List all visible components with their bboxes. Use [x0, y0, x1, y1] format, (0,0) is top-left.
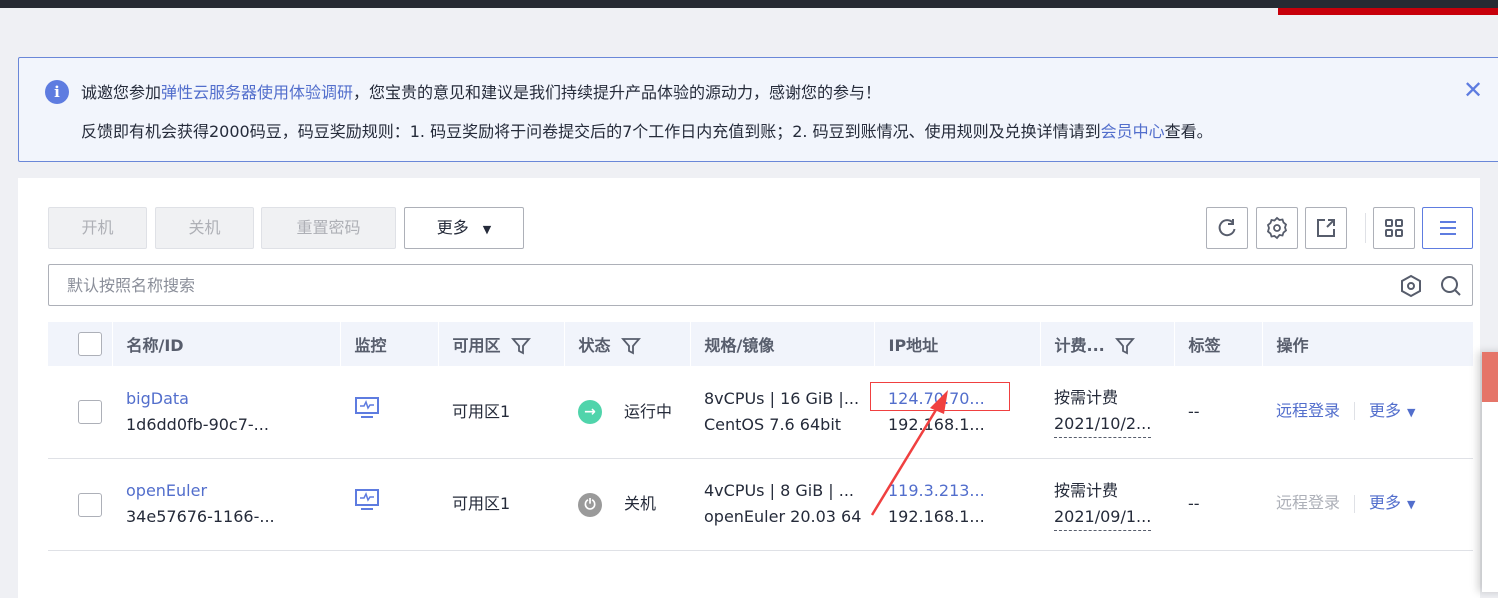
- caret-down-icon: ▼: [1407, 405, 1416, 419]
- image: CentOS 7.6 64bit: [704, 414, 842, 434]
- notice-line-2: 反馈即有机会获得2000码豆，码豆奖励规则：1. 码豆奖励将于问卷提交后的7个工…: [81, 118, 1213, 142]
- table-header: 名称/ID 监控 可用区 状态 规格/镜像 IP地址 计费... 标签 操作: [48, 322, 1474, 366]
- spec: 8vCPUs | 16 GiB |...: [704, 388, 860, 408]
- power-off-status-icon: ⏻: [578, 492, 602, 517]
- instance-name-link[interactable]: bigData: [126, 386, 340, 412]
- refresh-button[interactable]: [1206, 207, 1248, 249]
- info-icon: i: [45, 80, 69, 104]
- start-button[interactable]: 开机: [48, 207, 147, 249]
- billing-mode: 按需计费: [1054, 480, 1119, 500]
- instance-id: 34e57676-1166-...: [126, 507, 275, 526]
- filter-icon[interactable]: [1114, 336, 1135, 356]
- notice-text: 查看。: [1164, 122, 1213, 141]
- table-row: bigData 1d6dd0fb-90c7-... 可用区1 → 运行中 8vCPU…: [48, 366, 1473, 459]
- stop-button[interactable]: 关机: [155, 207, 254, 249]
- caret-down-icon: ▼: [1407, 498, 1416, 511]
- monitor-icon[interactable]: [354, 488, 380, 512]
- refresh-icon: [1218, 219, 1236, 237]
- more-actions-dropdown[interactable]: 更多 ▼: [404, 207, 524, 249]
- notice-text: ，您宝贵的意见和建议是我们持续提升产品体验的源动力，感谢您的参与！: [353, 83, 882, 102]
- side-panel-header: [1482, 352, 1498, 402]
- tags: --: [1174, 366, 1262, 459]
- gear-icon: [1266, 216, 1288, 240]
- search-icon[interactable]: [1439, 274, 1463, 298]
- billing-date: 2021/10/2...: [1054, 411, 1152, 439]
- export-icon: [1317, 219, 1335, 237]
- remote-login-link-disabled: 远程登录: [1276, 493, 1341, 512]
- top-nav-bar: [0, 0, 1498, 8]
- col-billing-label: 计费...: [1054, 335, 1105, 355]
- col-actions: 操作: [1262, 322, 1474, 366]
- export-button[interactable]: [1305, 207, 1347, 249]
- caret-down-icon: ▼: [482, 223, 492, 236]
- divider: [1354, 402, 1356, 421]
- row-more-dropdown[interactable]: 更多 ▼: [1369, 401, 1415, 420]
- member-center-link[interactable]: 会员中心: [1101, 122, 1165, 141]
- divider: [1354, 494, 1356, 513]
- search-box: [48, 264, 1473, 306]
- survey-notice: i 诚邀您参加弹性云服务器使用体验调研，您宝贵的意见和建议是我们持续提升产品体验…: [18, 57, 1498, 162]
- filter-icon[interactable]: [510, 336, 531, 356]
- close-icon[interactable]: ✕: [1463, 76, 1483, 104]
- col-zone-label: 可用区: [452, 335, 501, 355]
- survey-link[interactable]: 弹性云服务器使用体验调研: [161, 83, 353, 102]
- billing-date: 2021/09/1...: [1054, 504, 1152, 531]
- col-name[interactable]: 名称/ID: [112, 322, 341, 366]
- col-spec: 规格/镜像: [690, 322, 875, 366]
- col-billing: 计费...: [1040, 322, 1175, 366]
- search-input[interactable]: [49, 265, 1389, 305]
- col-status: 状态: [564, 322, 691, 366]
- settings-button[interactable]: [1256, 207, 1298, 249]
- instance-list-card: 开机 关机 重置密码 更多 ▼ 名称/ID 监控 可用区 状态 规格/镜像 IP地…: [18, 178, 1480, 598]
- list-view-button[interactable]: [1422, 207, 1473, 249]
- card-view-button[interactable]: [1373, 207, 1415, 249]
- status-text: 运行中: [624, 401, 673, 421]
- notice-line-1: 诚邀您参加弹性云服务器使用体验调研，您宝贵的意见和建议是我们持续提升产品体验的源…: [81, 79, 881, 103]
- filter-icon[interactable]: [620, 336, 641, 356]
- spec: 4vCPUs | 8 GiB | ...: [704, 481, 854, 500]
- col-monitor: 监控: [340, 322, 439, 366]
- list-icon: [1439, 221, 1456, 235]
- col-zone: 可用区: [438, 322, 565, 366]
- side-panel-edge: [1482, 352, 1498, 592]
- annotation-arrow-icon: [870, 390, 948, 516]
- remote-login-link[interactable]: 远程登录: [1276, 401, 1340, 420]
- instance-name-link[interactable]: openEuler: [126, 478, 340, 504]
- running-status-icon: →: [578, 400, 602, 425]
- row-more-dropdown[interactable]: 更多 ▼: [1369, 493, 1415, 512]
- select-all-checkbox[interactable]: [78, 332, 102, 356]
- status-text: 关机: [624, 494, 657, 513]
- row-checkbox[interactable]: [78, 492, 102, 517]
- row-checkbox[interactable]: [78, 400, 102, 425]
- zone: 可用区1: [438, 366, 564, 459]
- more-label: 更多: [436, 218, 469, 237]
- reset-password-button[interactable]: 重置密码: [261, 207, 396, 249]
- hexagon-settings-icon[interactable]: [1399, 274, 1423, 298]
- notice-text: 诚邀您参加: [81, 83, 162, 102]
- monitor-icon[interactable]: [354, 396, 380, 420]
- notice-text: 反馈即有机会获得2000码豆，码豆奖励规则：1. 码豆奖励将于问卷提交后的7个工…: [81, 122, 1101, 141]
- image: openEuler 20.03 64: [704, 507, 862, 526]
- instance-id: 1d6dd0fb-90c7-...: [126, 414, 269, 434]
- billing-mode: 按需计费: [1054, 388, 1119, 408]
- grid-icon: [1385, 219, 1403, 237]
- tags: --: [1174, 458, 1262, 551]
- zone: 可用区1: [438, 458, 564, 551]
- table-row: openEuler 34e57676-1166-... 可用区1 ⏻ 关机 4vCP…: [48, 458, 1473, 551]
- col-status-label: 状态: [578, 335, 611, 355]
- more-label: 更多: [1369, 400, 1402, 420]
- toolbar-divider: [1365, 213, 1366, 243]
- more-label: 更多: [1369, 493, 1402, 512]
- top-red-button[interactable]: [1278, 8, 1498, 15]
- col-ip: IP地址: [874, 322, 1041, 366]
- col-tags: 标签: [1174, 322, 1263, 366]
- instance-table: 名称/ID 监控 可用区 状态 规格/镜像 IP地址 计费... 标签 操作 b…: [48, 322, 1474, 551]
